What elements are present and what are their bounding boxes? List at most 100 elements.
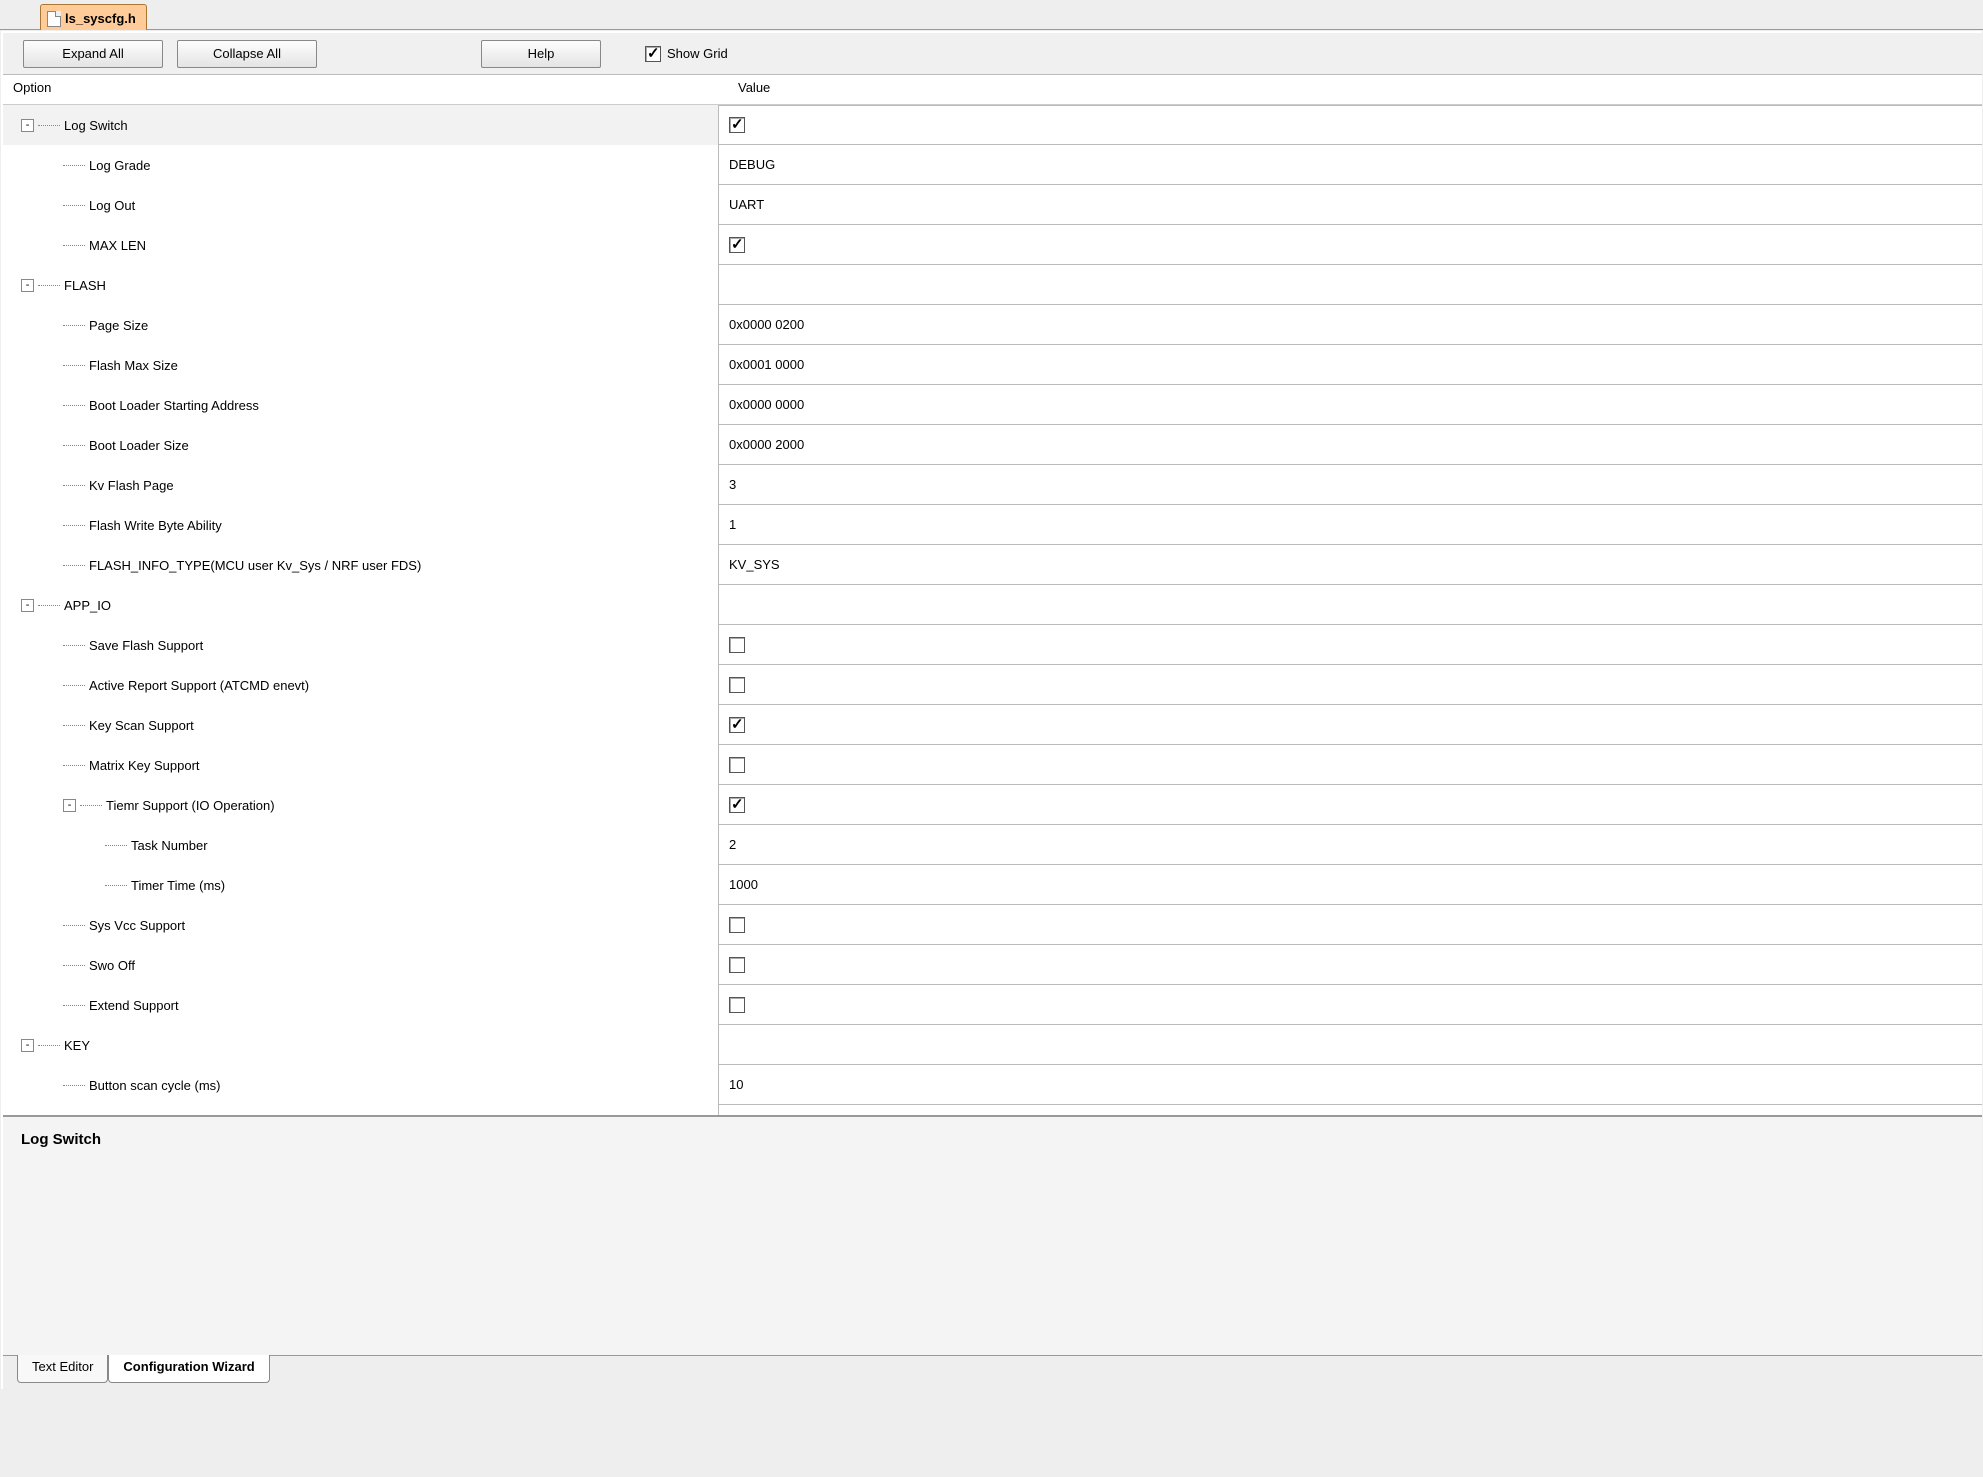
option-cell[interactable]: Kv Flash Page xyxy=(3,465,718,505)
show-grid-toggle[interactable]: Show Grid xyxy=(645,46,728,62)
option-row[interactable]: Task Number2 xyxy=(3,825,1982,865)
option-row[interactable]: Swo Off xyxy=(3,945,1982,985)
tab-text-editor[interactable]: Text Editor xyxy=(17,1355,108,1383)
value-cell[interactable]: 10 xyxy=(718,1065,1982,1105)
value-checkbox[interactable] xyxy=(729,957,745,973)
option-row[interactable]: Key Scan Support xyxy=(3,705,1982,745)
option-cell[interactable]: Save Flash Support xyxy=(3,625,718,665)
value-cell[interactable] xyxy=(718,265,1982,305)
value-text[interactable]: 1 xyxy=(729,517,736,532)
option-row[interactable]: -FLASH xyxy=(3,265,1982,305)
value-cell[interactable] xyxy=(718,905,1982,945)
option-cell[interactable]: Boot Loader Size xyxy=(3,425,718,465)
file-tab[interactable]: ls_syscfg.h xyxy=(40,4,147,30)
value-text[interactable]: 1000 xyxy=(729,877,758,892)
value-text[interactable]: 0x0000 2000 xyxy=(729,437,804,452)
option-cell[interactable]: Swo Off xyxy=(3,945,718,985)
option-cell[interactable]: Active Report Support (ATCMD enevt) xyxy=(3,665,718,705)
value-cell[interactable] xyxy=(718,105,1982,145)
value-cell[interactable]: KV_SYS xyxy=(718,545,1982,585)
expand-all-button[interactable]: Expand All xyxy=(23,40,163,68)
show-grid-checkbox[interactable] xyxy=(645,46,661,62)
option-row[interactable]: Timer Time (ms) 1000 xyxy=(3,865,1982,905)
option-cell[interactable]: -Log Switch xyxy=(3,105,718,145)
value-text[interactable]: 10 xyxy=(729,1077,743,1092)
tree-expander[interactable]: - xyxy=(63,799,76,812)
value-cell[interactable]: 50 xyxy=(718,1105,1982,1115)
value-text[interactable]: 0x0000 0200 xyxy=(729,317,804,332)
option-cell[interactable]: Timer Time (ms) xyxy=(3,865,718,905)
value-cell[interactable] xyxy=(718,985,1982,1025)
option-cell[interactable]: Flash Max Size xyxy=(3,345,718,385)
option-row[interactable]: Button scan cycle (ms) 10 xyxy=(3,1065,1982,1105)
tree-expander[interactable]: - xyxy=(21,1039,34,1052)
option-row[interactable]: Boot Loader Starting Address 0x0000 0000 xyxy=(3,385,1982,425)
value-cell[interactable] xyxy=(718,225,1982,265)
option-row[interactable]: Extend Support xyxy=(3,985,1982,1025)
option-cell[interactable]: -KEY xyxy=(3,1025,718,1065)
value-checkbox[interactable] xyxy=(729,797,745,813)
value-cell[interactable]: 0x0000 2000 xyxy=(718,425,1982,465)
tree-expander[interactable]: - xyxy=(21,119,34,132)
tree-expander[interactable]: - xyxy=(21,599,34,612)
value-text[interactable]: 0x0000 0000 xyxy=(729,397,804,412)
option-row[interactable]: Single click time(ms)50 xyxy=(3,1105,1982,1115)
option-row[interactable]: Kv Flash Page 3 xyxy=(3,465,1982,505)
option-row[interactable]: Log Grade DEBUG xyxy=(3,145,1982,185)
option-cell[interactable]: -APP_IO xyxy=(3,585,718,625)
option-cell[interactable]: Boot Loader Starting Address xyxy=(3,385,718,425)
value-checkbox[interactable] xyxy=(729,637,745,653)
option-cell[interactable]: -Tiemr Support (IO Operation) xyxy=(3,785,718,825)
value-cell[interactable]: 3 xyxy=(718,465,1982,505)
option-row[interactable]: Sys Vcc Support xyxy=(3,905,1982,945)
option-cell[interactable]: Flash Write Byte Ability xyxy=(3,505,718,545)
value-cell[interactable] xyxy=(718,665,1982,705)
value-checkbox[interactable] xyxy=(729,237,745,253)
tree-expander[interactable]: - xyxy=(21,279,34,292)
option-row[interactable]: -Tiemr Support (IO Operation) xyxy=(3,785,1982,825)
tab-configuration-wizard[interactable]: Configuration Wizard xyxy=(108,1355,269,1383)
value-checkbox[interactable] xyxy=(729,997,745,1013)
option-row[interactable]: -APP_IO xyxy=(3,585,1982,625)
option-row[interactable]: Log OutUART xyxy=(3,185,1982,225)
value-text[interactable]: 3 xyxy=(729,477,736,492)
option-row[interactable]: Boot Loader Size 0x0000 2000 xyxy=(3,425,1982,465)
option-row[interactable]: -KEY xyxy=(3,1025,1982,1065)
option-cell[interactable]: Single click time(ms) xyxy=(3,1105,718,1115)
column-header-value[interactable]: Value xyxy=(718,75,1982,104)
value-text[interactable]: 2 xyxy=(729,837,736,852)
value-cell[interactable] xyxy=(718,785,1982,825)
option-cell[interactable]: Page Size xyxy=(3,305,718,345)
collapse-all-button[interactable]: Collapse All xyxy=(177,40,317,68)
option-row[interactable]: FLASH_INFO_TYPE(MCU user Kv_Sys / NRF us… xyxy=(3,545,1982,585)
value-cell[interactable] xyxy=(718,705,1982,745)
value-cell[interactable]: UART xyxy=(718,185,1982,225)
value-cell[interactable]: 1000 xyxy=(718,865,1982,905)
option-cell[interactable]: FLASH_INFO_TYPE(MCU user Kv_Sys / NRF us… xyxy=(3,545,718,585)
option-row[interactable]: -Log Switch xyxy=(3,105,1982,145)
option-cell[interactable]: Button scan cycle (ms) xyxy=(3,1065,718,1105)
option-row[interactable]: Flash Max Size 0x0001 0000 xyxy=(3,345,1982,385)
help-button[interactable]: Help xyxy=(481,40,601,68)
value-checkbox[interactable] xyxy=(729,717,745,733)
value-text[interactable]: 0x0001 0000 xyxy=(729,357,804,372)
value-text[interactable]: UART xyxy=(729,197,764,212)
value-cell[interactable]: 0x0000 0000 xyxy=(718,385,1982,425)
option-row[interactable]: Active Report Support (ATCMD enevt) xyxy=(3,665,1982,705)
option-cell[interactable]: Key Scan Support xyxy=(3,705,718,745)
option-row[interactable]: MAX LEN xyxy=(3,225,1982,265)
option-cell[interactable]: Matrix Key Support xyxy=(3,745,718,785)
value-checkbox[interactable] xyxy=(729,677,745,693)
value-checkbox[interactable] xyxy=(729,117,745,133)
option-row[interactable]: Matrix Key Support xyxy=(3,745,1982,785)
option-cell[interactable]: -FLASH xyxy=(3,265,718,305)
column-header-option[interactable]: Option xyxy=(3,75,718,104)
value-text[interactable]: DEBUG xyxy=(729,157,775,172)
option-cell[interactable]: Log Grade xyxy=(3,145,718,185)
value-cell[interactable] xyxy=(718,585,1982,625)
value-cell[interactable] xyxy=(718,945,1982,985)
value-checkbox[interactable] xyxy=(729,757,745,773)
value-cell[interactable]: 1 xyxy=(718,505,1982,545)
option-row[interactable]: Flash Write Byte Ability 1 xyxy=(3,505,1982,545)
value-text[interactable]: KV_SYS xyxy=(729,557,780,572)
